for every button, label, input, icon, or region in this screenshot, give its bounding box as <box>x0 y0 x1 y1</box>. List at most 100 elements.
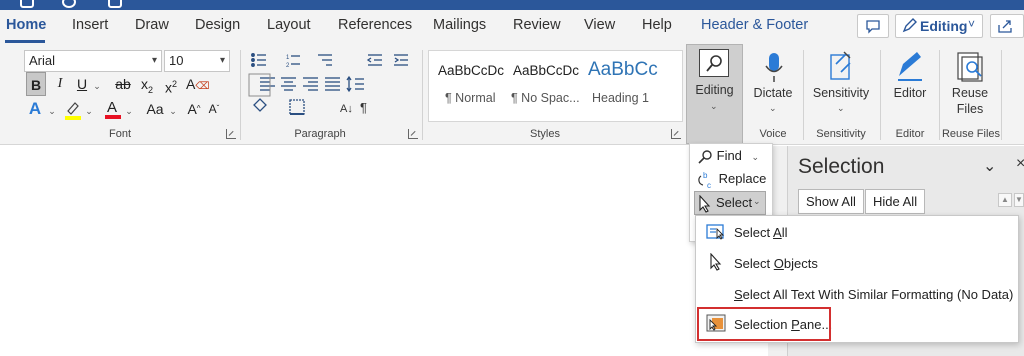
text-effects-button[interactable]: A <box>24 97 46 121</box>
show-formatting-marks-button[interactable] <box>358 98 374 122</box>
editing-button[interactable]: Editing ⌄ <box>686 44 743 144</box>
font-dialog-launcher[interactable] <box>226 129 236 139</box>
clear-formatting-button[interactable]: A⌫ <box>186 72 209 96</box>
sort-button[interactable] <box>336 98 356 122</box>
chevron-down-icon[interactable]: ⌄ <box>84 97 94 121</box>
bring-forward-button[interactable]: ▲ <box>998 193 1012 207</box>
multilevel-list-button[interactable] <box>316 50 356 72</box>
comments-button[interactable] <box>857 14 889 38</box>
line-spacing-button[interactable] <box>344 74 370 96</box>
editing-mode-label: Editing <box>920 18 968 34</box>
font-name-value: Arial <box>29 53 56 68</box>
show-all-button[interactable]: Show All <box>798 189 864 214</box>
comment-icon <box>866 20 880 34</box>
shading-button[interactable] <box>248 98 278 122</box>
change-case-button[interactable]: Aa <box>142 97 168 121</box>
sensitivity-group-label: Sensitivity <box>816 128 866 140</box>
tab-design[interactable]: Design <box>195 10 240 40</box>
chevron-down-icon[interactable]: ⌄ <box>92 72 102 96</box>
send-backward-button[interactable]: ▼ <box>1014 193 1024 207</box>
highlight-color-button[interactable] <box>64 100 82 120</box>
svg-text:b: b <box>703 171 708 180</box>
editing-mode-button[interactable]: Editing ˅ <box>895 14 983 38</box>
search-icon <box>698 149 712 164</box>
italic-button[interactable]: I <box>52 72 68 96</box>
style-heading1-preview[interactable]: AaBbCc <box>588 59 658 81</box>
decrease-indent-button[interactable] <box>366 50 386 72</box>
bold-button[interactable]: B <box>26 72 46 96</box>
underline-button[interactable]: U <box>74 72 90 96</box>
pane-options-chevron-icon[interactable]: ⌄ <box>983 156 996 176</box>
align-left-button[interactable] <box>248 74 270 96</box>
group-separator <box>1001 50 1002 140</box>
reuse-label-line2: Files <box>956 102 984 116</box>
chevron-down-icon: ▾ <box>151 55 157 66</box>
replace-button[interactable]: bc Replace <box>697 168 766 190</box>
close-icon[interactable]: × <box>1016 155 1024 173</box>
font-color-swatch <box>105 115 121 119</box>
font-name-combo[interactable]: Arial ▾ <box>24 50 162 72</box>
chevron-down-icon[interactable]: ⌄ <box>124 97 134 121</box>
style-normal-name: ¶ Normal <box>445 91 496 105</box>
style-normal-preview[interactable]: AaBbCcDc <box>438 63 504 78</box>
styles-gallery: AaBbCcDc ¶ Normal AaBbCcDc ¶ No Spac... … <box>428 50 683 122</box>
tab-header-footer[interactable]: Header & Footer <box>701 10 808 40</box>
tab-insert[interactable]: Insert <box>72 10 108 40</box>
replace-label: Replace <box>718 171 767 186</box>
increase-indent-button[interactable] <box>392 50 412 72</box>
select-button[interactable]: Select ⌄ <box>694 191 766 215</box>
subscript-button[interactable]: x2 <box>138 72 156 96</box>
tab-view[interactable]: View <box>584 10 615 40</box>
strikethrough-button[interactable]: ab <box>112 72 134 96</box>
chevron-down-icon[interactable]: ⌄ <box>47 97 57 121</box>
superscript-button[interactable]: x2 <box>162 72 180 96</box>
share-button[interactable] <box>990 14 1024 38</box>
font-color-a-icon: A <box>107 99 118 116</box>
find-button[interactable]: Find ⌄ <box>697 145 759 167</box>
justify-button[interactable] <box>322 74 344 96</box>
group-separator <box>939 50 940 140</box>
shrink-font-button[interactable]: Aˇ <box>206 97 222 121</box>
redo-icon[interactable] <box>108 0 122 8</box>
tab-draw[interactable]: Draw <box>135 10 169 40</box>
styles-dialog-launcher[interactable] <box>671 129 681 139</box>
microphone-icon <box>765 53 783 82</box>
style-no-spacing-preview[interactable]: AaBbCcDc <box>513 63 579 78</box>
title-bar <box>0 0 1024 10</box>
chevron-down-icon: ˅ <box>968 17 976 31</box>
paragraph-dialog-launcher[interactable] <box>408 129 418 139</box>
font-color-button[interactable]: A <box>104 98 122 120</box>
editor-label: Editor <box>893 86 927 100</box>
tab-layout[interactable]: Layout <box>267 10 311 40</box>
numbering-button[interactable] <box>285 50 315 72</box>
tab-mailings[interactable]: Mailings <box>433 10 486 40</box>
reuse-files-button[interactable]: Reuse Files <box>945 50 995 124</box>
chevron-down-icon: ⌄ <box>710 101 718 111</box>
bullets-button[interactable] <box>248 50 284 72</box>
chevron-down-icon: ⌄ <box>769 103 777 113</box>
editing-button-label: Editing <box>695 83 734 97</box>
group-separator <box>240 50 241 140</box>
sensitivity-icon <box>830 51 851 80</box>
tab-references[interactable]: References <box>338 10 412 40</box>
tab-home[interactable]: Home <box>6 10 46 40</box>
grow-font-button[interactable]: A^ <box>186 97 202 121</box>
highlight-annotation-box <box>697 307 831 341</box>
align-right-button[interactable] <box>300 74 322 96</box>
tab-help[interactable]: Help <box>642 10 672 40</box>
sensitivity-button[interactable]: Sensitivity ⌄ <box>808 50 874 124</box>
chevron-down-icon[interactable]: ⌄ <box>168 97 178 121</box>
editor-button[interactable]: Editor <box>886 50 934 124</box>
chevron-down-icon: ⌄ <box>837 103 845 113</box>
font-size-combo[interactable]: 10 ▾ <box>164 50 230 72</box>
editor-pen-icon <box>898 52 922 81</box>
dictate-button[interactable]: Dictate ⌄ <box>753 50 793 124</box>
borders-button[interactable] <box>286 98 316 122</box>
align-center-button[interactable] <box>278 74 300 96</box>
replace-icon: bc <box>698 171 711 190</box>
tab-review[interactable]: Review <box>513 10 561 40</box>
select-all-label: Select All <box>734 225 788 240</box>
hide-all-button[interactable]: Hide All <box>865 189 926 214</box>
document-canvas[interactable] <box>0 146 768 356</box>
save-icon[interactable] <box>20 0 34 8</box>
